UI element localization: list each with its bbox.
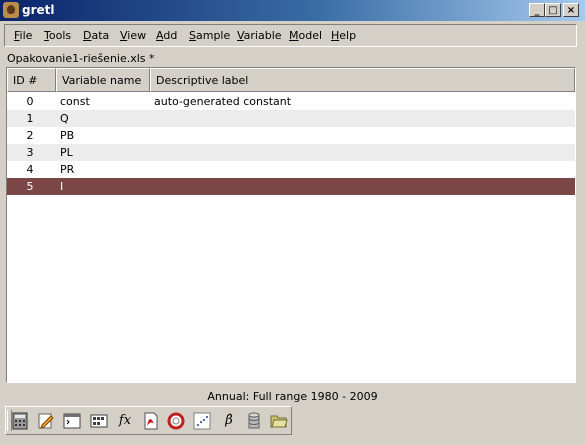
table-row-selected[interactable]: 5 I [7,178,575,195]
row-id: 2 [26,129,34,142]
menu-data[interactable]: Data [83,29,109,42]
scatter-plot-icon[interactable] [193,412,211,430]
menu-sample[interactable]: Sample [189,29,230,42]
row-id: 0 [26,95,34,108]
menu-add[interactable]: Add [156,29,177,42]
title-bar: gretl _ □ × [0,0,585,21]
sample-range-status: Annual: Full range 1980 - 2009 [207,390,378,403]
row-descriptive-label: auto-generated constant [154,95,292,108]
menu-variable[interactable]: Variable [237,29,282,42]
table-row[interactable]: 3 PL [7,144,575,161]
table-row[interactable]: 2 PB [7,127,575,144]
close-button[interactable]: × [563,3,579,17]
row-variable-name: PL [60,146,73,159]
calculator-icon[interactable] [11,412,29,430]
menu-file[interactable]: File [14,29,32,42]
row-variable-name: I [60,180,64,193]
menu-help[interactable]: Help [331,29,356,42]
window-title: gretl [22,3,55,17]
column-header-variable-name[interactable]: Variable name [56,68,150,92]
help-lifebuoy-icon[interactable] [167,412,185,430]
list-header: ID # Variable name Descriptive label [7,68,575,92]
menu-tools[interactable]: Tools [44,29,71,42]
session-icon[interactable] [90,412,108,430]
menu-bar: File Tools Data View Add Sample Variable… [4,24,577,47]
edit-notes-icon[interactable] [37,412,55,430]
pdf-manual-icon[interactable] [142,412,160,430]
minimize-button[interactable]: _ [529,3,545,17]
console-icon[interactable] [63,412,81,430]
row-id: 3 [26,146,34,159]
row-id: 4 [26,163,34,176]
row-variable-name: PR [60,163,75,176]
maximize-button[interactable]: □ [545,3,561,17]
column-header-descriptive-label[interactable]: Descriptive label [150,68,575,92]
bottom-toolbar: fx β̂ [5,406,292,435]
row-id: 1 [26,112,34,125]
menu-model[interactable]: Model [289,29,322,42]
table-row[interactable]: 0 const auto-generated constant [7,93,575,110]
row-variable-name: PB [60,129,75,142]
function-icon[interactable]: fx [116,412,134,430]
beta-model-icon[interactable]: β̂ [220,412,238,430]
row-id: 5 [26,180,34,193]
variable-list[interactable]: ID # Variable name Descriptive label 0 c… [6,67,576,383]
open-folder-icon[interactable] [270,412,288,430]
menu-view[interactable]: View [120,29,146,42]
column-header-id[interactable]: ID # [7,68,56,92]
table-row[interactable]: 4 PR [7,161,575,178]
dataset-filename: Opakovanie1-riešenie.xls * [7,52,155,65]
row-variable-name: const [60,95,90,108]
gretl-app-icon[interactable] [3,2,19,18]
database-icon[interactable] [245,412,263,430]
row-variable-name: Q [60,112,69,125]
table-row[interactable]: 1 Q [7,110,575,127]
